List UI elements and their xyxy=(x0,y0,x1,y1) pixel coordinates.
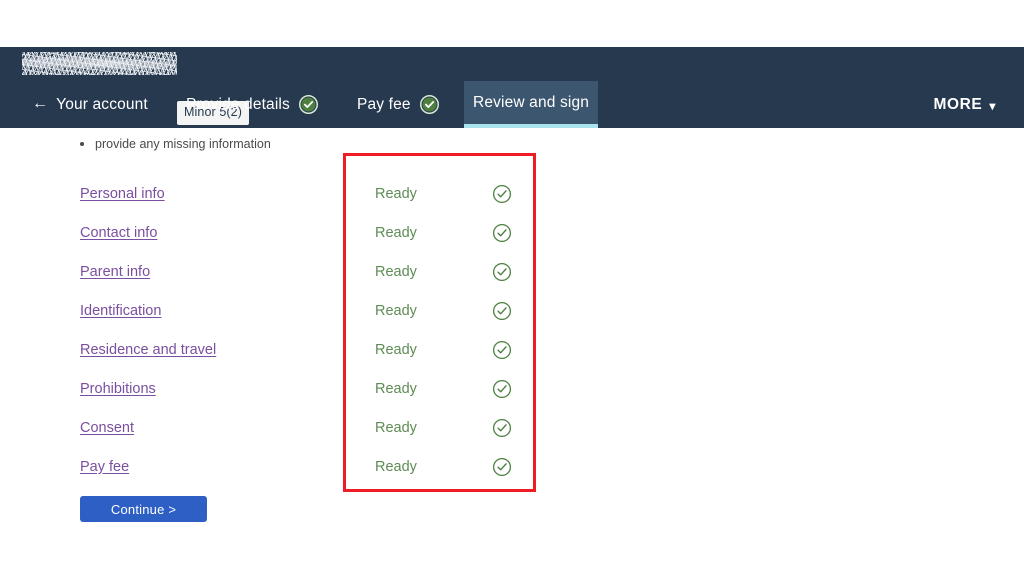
check-circle-outline-icon xyxy=(492,223,512,243)
check-circle-outline-icon xyxy=(492,457,512,477)
list-item: Consent xyxy=(80,408,330,447)
status-text: Ready xyxy=(375,185,417,202)
list-item: Pay fee xyxy=(80,447,330,486)
section-links-list: Personal info Contact info Parent info I… xyxy=(80,174,330,486)
check-circle-outline-icon xyxy=(492,301,512,321)
status-text: Ready xyxy=(375,380,417,397)
list-item: Prohibitions xyxy=(80,369,330,408)
table-row: Ready xyxy=(343,330,536,369)
table-row: Ready xyxy=(343,213,536,252)
bullet-dot-icon xyxy=(80,141,84,146)
status-text: Ready xyxy=(375,263,417,280)
nav-item-pay-fee[interactable]: Pay fee xyxy=(357,81,439,128)
back-arrow-icon: ← xyxy=(32,94,49,112)
instruction-bullet: provide any missing information xyxy=(80,138,271,151)
main-content: provide any missing information Personal… xyxy=(0,128,1024,576)
header-top-row xyxy=(0,47,1024,81)
list-item: Residence and travel xyxy=(80,330,330,369)
nav-item-label: Provide details xyxy=(186,95,290,113)
check-circle-outline-icon xyxy=(492,340,512,360)
section-link-identification[interactable]: Identification xyxy=(80,303,161,319)
section-link-prohibitions[interactable]: Prohibitions xyxy=(80,381,156,397)
list-item: Contact info xyxy=(80,213,330,252)
check-circle-filled-icon xyxy=(298,95,318,114)
more-menu-label: MORE xyxy=(933,95,983,113)
section-status-list: Ready Ready Ready Ready Ready Ready Read… xyxy=(343,174,536,486)
nav-item-review-and-sign[interactable]: Review and sign xyxy=(464,81,598,128)
table-row: Ready xyxy=(343,291,536,330)
status-text: Ready xyxy=(375,419,417,436)
section-link-contact-info[interactable]: Contact info xyxy=(80,225,157,241)
table-row: Ready xyxy=(343,408,536,447)
table-row: Ready xyxy=(343,369,536,408)
page-root: Minor 5(2) ← Your account Provide detail… xyxy=(0,0,1024,576)
continue-button[interactable]: Continue > xyxy=(80,496,207,522)
instruction-bullet-text: provide any missing information xyxy=(95,137,271,151)
chevron-down-icon: ▾ xyxy=(989,98,996,113)
status-text: Ready xyxy=(375,341,417,358)
list-item: Parent info xyxy=(80,252,330,291)
main-nav: ← Your account Provide details Pay fee R… xyxy=(0,81,1024,128)
check-circle-outline-icon xyxy=(492,418,512,438)
table-row: Ready xyxy=(343,447,536,486)
more-menu-button[interactable]: MORE ▾ xyxy=(933,81,996,128)
section-link-residence-and-travel[interactable]: Residence and travel xyxy=(80,342,216,358)
nav-item-provide-details[interactable]: Provide details xyxy=(186,81,318,128)
check-circle-filled-icon xyxy=(419,95,439,114)
check-circle-outline-icon xyxy=(492,379,512,399)
table-row: Ready xyxy=(343,174,536,213)
applicant-name-redacted xyxy=(22,52,177,75)
table-row: Ready xyxy=(343,252,536,291)
list-item: Identification xyxy=(80,291,330,330)
site-header: Minor 5(2) ← Your account Provide detail… xyxy=(0,47,1024,128)
redaction-scribble xyxy=(22,52,177,75)
check-circle-outline-icon xyxy=(492,184,512,204)
check-circle-outline-icon xyxy=(492,262,512,282)
status-text: Ready xyxy=(375,458,417,475)
nav-item-label: Your account xyxy=(56,95,148,113)
nav-item-label: Pay fee xyxy=(357,95,411,113)
section-link-parent-info[interactable]: Parent info xyxy=(80,264,150,280)
list-item: Personal info xyxy=(80,174,330,213)
section-link-consent[interactable]: Consent xyxy=(80,420,134,436)
status-text: Ready xyxy=(375,224,417,241)
nav-item-your-account[interactable]: ← Your account xyxy=(32,81,148,128)
section-link-personal-info[interactable]: Personal info xyxy=(80,186,165,202)
nav-item-label: Review and sign xyxy=(473,93,589,111)
status-text: Ready xyxy=(375,302,417,319)
section-link-pay-fee[interactable]: Pay fee xyxy=(80,459,129,475)
